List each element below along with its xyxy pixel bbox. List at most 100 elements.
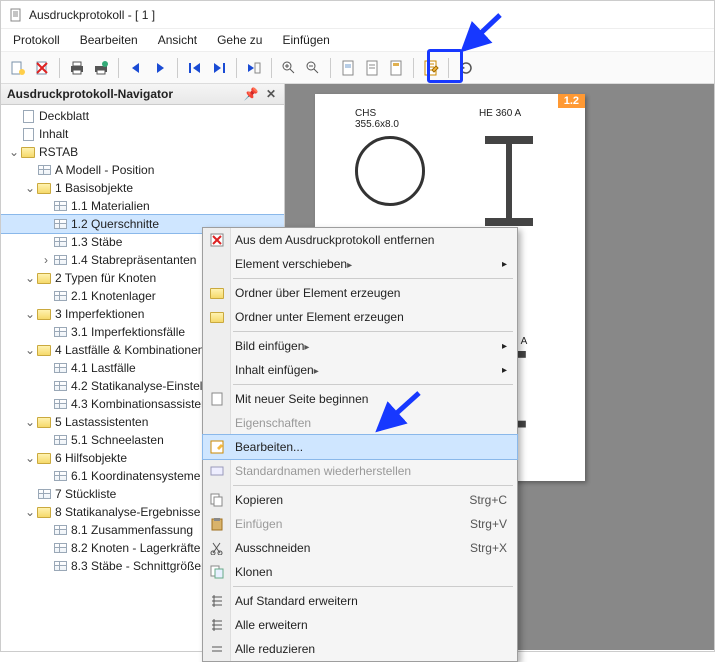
zoom-in-button[interactable] [278, 57, 300, 79]
menu-item[interactable]: Bild einfügen▸ [203, 334, 517, 358]
menu-item: Standardnamen wiederherstellen [203, 459, 517, 483]
doc-c-button[interactable] [385, 57, 407, 79]
tree-label: 5.1 Schneelasten [71, 433, 164, 447]
menu-bearbeiten[interactable]: Bearbeiten [80, 33, 138, 47]
menu-item[interactable]: Alle reduzieren [203, 637, 517, 661]
paste-icon [208, 515, 226, 533]
cut-icon [208, 539, 226, 557]
tree-label: 4.3 Kombinationsassistent [71, 397, 211, 411]
zoom-out-button[interactable] [302, 57, 324, 79]
tree-label: 8.1 Zusammenfassung [71, 523, 193, 537]
tree-label: 8 Statikanalyse-Ergebnisse [55, 505, 200, 519]
menu-item[interactable]: Inhalt einfügen▸ [203, 358, 517, 382]
doc-a-button[interactable] [337, 57, 359, 79]
menu-item[interactable]: KopierenStrg+C [203, 488, 517, 512]
refresh-button[interactable] [455, 57, 477, 79]
menu-label: Klonen [235, 565, 507, 579]
print-sel-button[interactable] [90, 57, 112, 79]
context-menu[interactable]: Aus dem Ausdruckprotokoll entfernenEleme… [202, 227, 518, 662]
tree-label: 3.1 Imperfektionsfälle [71, 325, 185, 339]
arrow-annotation-edit [371, 387, 427, 437]
section-badge: 1.2 [558, 94, 585, 108]
tree-label: 2.1 Knotenlager [71, 289, 156, 303]
folder-icon [208, 284, 226, 302]
pin-icon[interactable]: 📌 [244, 87, 258, 101]
menu-item[interactable]: Klonen [203, 560, 517, 584]
tree-label: A Modell - Position [55, 163, 154, 177]
menu-item[interactable]: Ordner über Element erzeugen [203, 281, 517, 305]
menu-label: Ordner unter Element erzeugen [235, 310, 507, 324]
tree-item[interactable]: 1 Basisobjekte [1, 179, 284, 197]
menu-label: Auf Standard erweitern [235, 594, 507, 608]
folder-icon [208, 308, 226, 326]
chs-shape [355, 136, 425, 206]
new-button[interactable] [7, 57, 29, 79]
clone-icon [208, 563, 226, 581]
edit-doc-button[interactable] [420, 57, 442, 79]
navigator-title: Ausdruckprotokoll-Navigator [7, 87, 173, 101]
menu-item[interactable]: Bearbeiten... [203, 435, 517, 459]
last-button[interactable] [208, 57, 230, 79]
prev-button[interactable] [125, 57, 147, 79]
tree-label: 3 Imperfektionen [55, 307, 144, 321]
tree-label: 8.3 Stäbe - Schnittgrößen [71, 559, 208, 573]
menu-item[interactable]: Element verschieben▸ [203, 252, 517, 276]
close-icon[interactable]: ✕ [264, 87, 278, 101]
he360-label: HE 360 A [479, 108, 521, 130]
submenu-arrow-icon: ▸ [502, 341, 507, 352]
menu-label: Alle erweitern [235, 618, 507, 632]
menu-item[interactable]: Auf Standard erweitern [203, 589, 517, 613]
menu-label: Alle reduzieren [235, 642, 507, 656]
menu-item[interactable]: AusschneidenStrg+X [203, 536, 517, 560]
goto-button[interactable] [243, 57, 265, 79]
menu-item[interactable]: Ordner unter Element erzeugen [203, 305, 517, 329]
next-button[interactable] [149, 57, 171, 79]
expand-icon [208, 616, 226, 634]
shortcut: Strg+X [470, 541, 507, 555]
shortcut: Strg+V [470, 517, 507, 531]
navigator-header: Ausdruckprotokoll-Navigator 📌 ✕ [1, 84, 284, 105]
window-title: Ausdruckprotokoll - [ 1 ] [29, 8, 155, 22]
menu-gehe zu[interactable]: Gehe zu [217, 33, 262, 47]
doc-b-button[interactable] [361, 57, 383, 79]
he360-shape [485, 136, 533, 226]
tree-label: 5 Lastassistenten [55, 415, 148, 429]
tree-label: 4 Lastfälle & Kombinationen [55, 343, 204, 357]
menu-ansicht[interactable]: Ansicht [158, 33, 197, 47]
copy-icon [208, 491, 226, 509]
tree-item[interactable]: Inhalt [1, 125, 284, 143]
tree-label: 1.4 Stabrepräsentanten [71, 253, 196, 267]
arrow-annotation-top [458, 11, 506, 55]
submenu-arrow-icon: ▸ [502, 259, 507, 270]
chs-label: CHS [355, 108, 399, 119]
menu-item: Eigenschaften [203, 411, 517, 435]
tree-label: Deckblatt [39, 109, 89, 123]
menu-item[interactable]: Alle erweitern [203, 613, 517, 637]
tree-label: 6 Hilfsobjekte [55, 451, 127, 465]
menu-label: Ausschneiden [235, 541, 470, 555]
tree-label: 7 Stückliste [55, 487, 116, 501]
tree-item[interactable]: 1.1 Materialien [1, 197, 284, 215]
menu-einfügen[interactable]: Einfügen [282, 33, 329, 47]
document-icon [9, 8, 23, 22]
first-button[interactable] [184, 57, 206, 79]
menu-item[interactable]: Aus dem Ausdruckprotokoll entfernen [203, 228, 517, 252]
shortcut: Strg+C [469, 493, 507, 507]
tree-item[interactable]: A Modell - Position [1, 161, 284, 179]
menu-label: Bearbeiten... [235, 440, 507, 454]
tree-item[interactable]: Deckblatt [1, 107, 284, 125]
menu-label: Inhalt einfügen [235, 363, 502, 377]
print-button[interactable] [66, 57, 88, 79]
menu-label: Element verschieben [235, 257, 502, 271]
tree-label: 2 Typen für Knoten [55, 271, 156, 285]
delete-button[interactable] [31, 57, 53, 79]
menu-label: Bild einfügen [235, 339, 502, 353]
tree-label: 1.2 Querschnitte [71, 217, 159, 231]
menu-label: Kopieren [235, 493, 469, 507]
menu-protokoll[interactable]: Protokoll [13, 33, 60, 47]
menu-item[interactable]: Mit neuer Seite beginnen [203, 387, 517, 411]
tree-label: 1 Basisobjekte [55, 181, 133, 195]
tree-label: Inhalt [39, 127, 68, 141]
tree-item[interactable]: RSTAB [1, 143, 284, 161]
page-icon [208, 390, 226, 408]
